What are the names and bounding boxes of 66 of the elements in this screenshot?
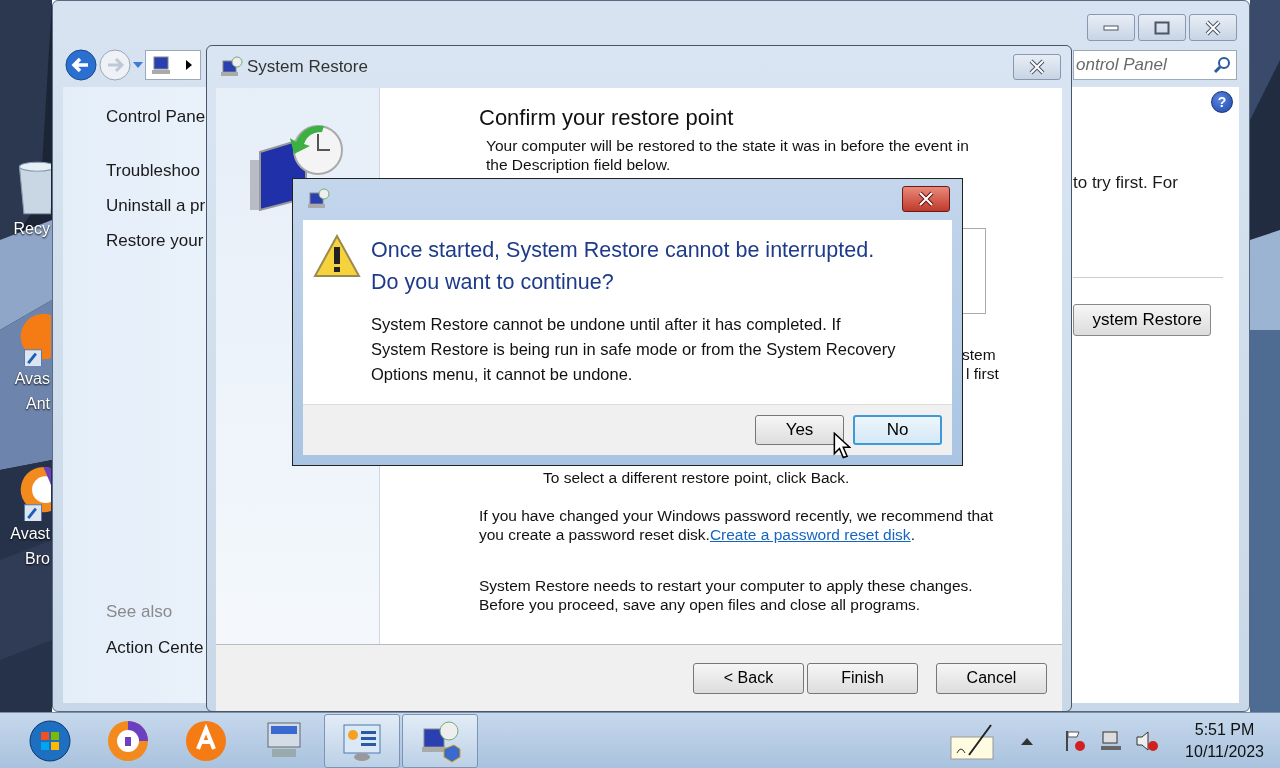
section-heading: See also — [106, 602, 173, 622]
minimize-icon — [1103, 23, 1119, 32]
sidebar-link[interactable]: Action Cente — [106, 638, 204, 658]
taskbar-button[interactable] — [402, 713, 478, 768]
password-reset-link[interactable]: Create a password reset disk — [709, 525, 911, 544]
close-icon — [1204, 19, 1222, 36]
clock-date: 10/11/2023 — [1185, 741, 1264, 762]
body-text: If you have changed your Windows password recently, we recommend that — [479, 506, 994, 525]
body-text: stem — [962, 346, 996, 364]
dropdown-icon[interactable] — [133, 62, 143, 68]
clock-time: 5:51 PM — [1194, 719, 1255, 740]
search-field[interactable]: ontrol Panel — [1073, 50, 1237, 80]
icon-label: Avas — [14, 369, 51, 389]
body-text: . — [910, 525, 915, 544]
close-icon — [1028, 59, 1046, 75]
sidebar-link[interactable]: Control Pane — [106, 107, 206, 127]
help-button[interactable]: ? — [1211, 91, 1233, 113]
clock[interactable]: 5:51 PM 10/11/2023 — [1185, 718, 1264, 763]
finish-button[interactable]: Finish — [807, 662, 918, 694]
sidebar-link[interactable]: Restore your — [106, 231, 204, 251]
close-button[interactable] — [1013, 54, 1061, 80]
system-restore-icon — [219, 56, 243, 78]
chevron-icon[interactable] — [186, 60, 192, 70]
start-orb-icon — [28, 718, 72, 763]
show-hidden-icon[interactable] — [1021, 736, 1034, 745]
sidebar-link[interactable]: Uninstall a pr — [106, 196, 206, 216]
speaker-icon[interactable] — [1135, 728, 1160, 753]
icon-label: Avast — [10, 524, 51, 544]
maximize-icon — [1154, 20, 1170, 35]
cancel-button[interactable]: Cancel — [936, 662, 1047, 694]
icon-label: Bro — [25, 549, 51, 569]
network-icon[interactable] — [1099, 728, 1124, 753]
body-text: Your computer will be restored to the state it was in before the event in — [486, 136, 970, 155]
body-text: To select a different restore point, click Back. — [543, 469, 850, 487]
body-text: to try first. For — [1073, 173, 1178, 193]
flag-icon[interactable] — [1063, 728, 1088, 753]
back-icon[interactable] — [65, 49, 97, 81]
close-icon — [917, 191, 935, 207]
address-bar[interactable] — [145, 50, 201, 80]
body-text: the Description field below. — [486, 155, 672, 174]
sidebar-link[interactable]: Troubleshoo — [106, 161, 200, 181]
close-button[interactable] — [1189, 14, 1237, 41]
cursor-icon — [833, 432, 851, 460]
antivirus-icon — [184, 718, 228, 763]
back-button[interactable]: < Back — [693, 662, 804, 694]
close-button[interactable] — [902, 186, 950, 212]
system-restore-button[interactable]: ystem Restore — [1073, 304, 1211, 336]
dialog-message: Options menu, it cannot be undone. — [371, 364, 634, 385]
yes-button[interactable]: Yes — [755, 415, 844, 445]
browser-icon — [106, 718, 150, 763]
body-text: System Restore needs to restart your computer to apply these changes. — [479, 576, 973, 595]
body-text: you create a password reset disk. — [479, 525, 710, 544]
no-button[interactable]: No — [853, 415, 942, 445]
dialog-message: System Restore cannot be undone until after it has completed. If — [371, 314, 842, 335]
warning-icon — [313, 234, 361, 278]
dialog-heading: Do you want to continue? — [371, 269, 615, 296]
body-text: Before you proceed, save any open files and close all programs. — [479, 595, 922, 614]
body-text: l first — [966, 365, 999, 383]
dialog-heading: Once started, System Restore cannot be interrupted. — [371, 237, 876, 264]
search-icon[interactable] — [1213, 56, 1231, 74]
dialog-message: System Restore is being run in safe mode or from the System Recovery — [371, 339, 896, 360]
maximize-button[interactable] — [1138, 14, 1186, 41]
window-title: System Restore — [247, 57, 368, 77]
icon-label: Ant — [26, 394, 51, 414]
taskbar-button[interactable] — [324, 713, 400, 768]
page-heading: Confirm your restore point — [479, 104, 735, 132]
